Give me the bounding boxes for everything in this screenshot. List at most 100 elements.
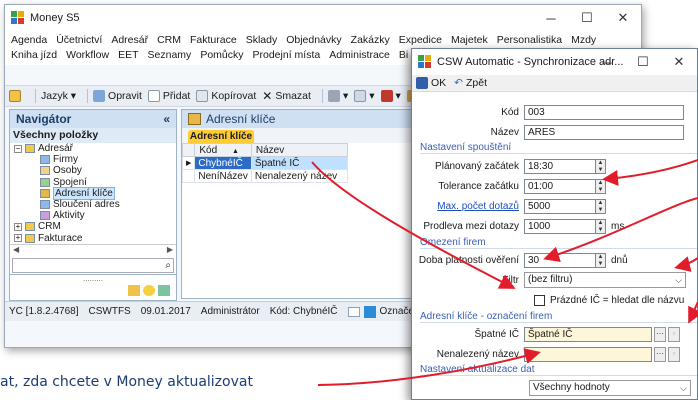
menu-item[interactable]: Prodejní místa [253, 48, 321, 63]
tree-item-aktivity[interactable]: Aktivity [10, 210, 176, 221]
cell-nazev[interactable]: Nenalezený název [250, 169, 348, 183]
csw-automatic-dialog: CSW Automatic - Synchronizace adr... ─ ☐… [411, 48, 698, 400]
menu-item[interactable]: Mzdy [571, 33, 596, 48]
print-button[interactable]: ▾ [327, 90, 348, 102]
aktualizace-select[interactable]: Všechny hodnoty ⌵ [529, 380, 691, 396]
cell-nazev[interactable]: Špatné IČ [250, 156, 348, 170]
column-header-kod[interactable]: Kód ▲ [194, 143, 252, 157]
navigator-hscrollbar[interactable]: ◀ ▶ [10, 244, 176, 254]
menu-item[interactable]: Zakázky [351, 33, 390, 48]
cell-kod[interactable]: NeníNázev [194, 169, 252, 183]
tree-item-crm[interactable]: + CRM [10, 221, 176, 232]
table-row[interactable]: ▶ ChybnéIČ Špatné IČ [181, 156, 348, 170]
dialog-titlebar[interactable]: CSW Automatic - Synchronizace adr... ─ ☐… [412, 49, 697, 75]
favorites-icon[interactable] [143, 285, 155, 296]
delete-button[interactable]: ✕ Smazat [262, 89, 311, 103]
cell-kod[interactable]: ChybnéIČ [194, 156, 252, 170]
undo-icon: ↶ [454, 77, 463, 89]
maximize-button[interactable]: ☐ [569, 5, 605, 31]
table-row[interactable]: NeníNázev Nenalezený název [181, 169, 348, 183]
ok-label: OK [431, 77, 447, 89]
menu-item[interactable]: Objednávky [286, 33, 341, 48]
close-button[interactable]: ✕ [605, 5, 641, 31]
tolerance-spinner[interactable]: ▲ ▼ [596, 178, 606, 194]
print-icon [327, 90, 340, 102]
ok-button[interactable]: OK [416, 77, 446, 89]
preview-button[interactable]: ▾ [354, 90, 375, 102]
planovany-input[interactable]: 18:30 [524, 158, 596, 174]
dialog-close-button[interactable]: ✕ [661, 49, 697, 75]
minimize-button[interactable]: ─ [533, 5, 569, 31]
menu-item[interactable]: Pomůcky [200, 48, 243, 63]
clear-button[interactable]: ▫ [668, 326, 680, 342]
menu-item[interactable]: Personalistika [497, 33, 562, 48]
menu-item[interactable]: Agenda [11, 33, 47, 48]
mail-icon[interactable] [347, 306, 360, 317]
nenalezeny-input[interactable] [524, 346, 652, 362]
tree-item-fakturace[interactable]: + Fakturace [10, 233, 176, 244]
folder-icon [25, 222, 35, 232]
filtr-select[interactable]: (bez filtru) ⌵ [524, 272, 686, 288]
max-dotazu-spinner[interactable]: ▲ ▼ [596, 198, 606, 214]
planovany-spinner[interactable]: ▲ ▼ [596, 158, 606, 174]
max-dotazu-input[interactable]: 5000 [524, 198, 596, 214]
menu-item[interactable]: Účetnictví [56, 33, 102, 48]
menu-item[interactable]: Fakturace [190, 33, 237, 48]
layout-button[interactable] [9, 90, 24, 102]
edit-button[interactable]: Opravit [93, 90, 142, 102]
scroll-left-icon[interactable]: ◀ [13, 245, 19, 254]
merge-icon [40, 200, 50, 210]
tolerance-input[interactable]: 01:00 [524, 178, 596, 194]
menu-item[interactable]: Expedice [399, 33, 442, 48]
search-icon[interactable]: ⌕ [165, 260, 171, 271]
menu-item[interactable]: Seznamy [148, 48, 192, 63]
doba-spinner[interactable]: ▲ ▼ [596, 252, 606, 268]
column-header-nazev[interactable]: Název [250, 143, 348, 157]
clear-button[interactable]: ▫ [668, 346, 680, 362]
expand-icon[interactable]: + [14, 222, 22, 231]
empty-ic-checkbox[interactable] [534, 294, 545, 306]
language-button[interactable]: Jazyk ▾ [41, 90, 76, 102]
rss-icon[interactable] [363, 305, 376, 318]
scroll-right-icon[interactable]: ▶ [167, 245, 173, 254]
back-button[interactable]: ↶ Zpět [454, 77, 487, 89]
menu-item[interactable]: Sklady [246, 33, 278, 48]
browse-button[interactable]: ··· [654, 346, 666, 362]
kod-input[interactable]: 003 [524, 104, 684, 120]
tree-item-adresni-klice[interactable]: Adresní klíče [10, 186, 176, 200]
tree-item-firmy[interactable]: Firmy [10, 154, 176, 165]
tree-item-osoby[interactable]: Osoby [10, 165, 176, 176]
menu-item[interactable]: EET [118, 48, 138, 63]
main-titlebar[interactable]: Money S5 ─ ☐ ✕ [5, 5, 641, 31]
dialog-minimize-button[interactable]: ─ [589, 49, 625, 75]
menu-item[interactable]: Kniha jízd [11, 48, 57, 63]
prodleva-input[interactable]: 1000 [524, 218, 596, 234]
dialog-maximize-button[interactable]: ☐ [625, 49, 661, 75]
menu-item[interactable]: Adresář [111, 33, 148, 48]
menu-item[interactable]: Majetek [451, 33, 488, 48]
spatne-input[interactable]: Špatné IČ [524, 326, 652, 342]
folder-icon [25, 233, 35, 243]
collapse-icon[interactable]: − [14, 144, 22, 153]
menu-item[interactable]: Bi [399, 48, 408, 63]
tab-adresni-klice[interactable]: Adresní klíče [188, 130, 254, 143]
kod-label: Kód [501, 106, 519, 118]
doba-input[interactable]: 30 [524, 252, 596, 268]
tools-icon[interactable] [158, 285, 170, 296]
export-button[interactable]: ▾ [380, 90, 401, 102]
tree-item-adresar[interactable]: − Adresář [10, 143, 176, 154]
folder-shortcut-icon[interactable] [128, 285, 140, 296]
add-button[interactable]: Přidat [147, 90, 190, 102]
expand-icon[interactable]: + [14, 234, 22, 243]
navigator-search[interactable]: ⌕ [12, 258, 174, 273]
prodleva-spinner[interactable]: ▲ ▼ [596, 218, 606, 234]
browse-button[interactable]: ··· [654, 326, 666, 342]
max-dotazu-link[interactable]: Max. počet dotazů [437, 201, 519, 212]
menu-item[interactable]: Administrace [329, 48, 390, 63]
menu-item[interactable]: Workflow [66, 48, 109, 63]
collapse-navigator-button[interactable]: « [163, 112, 170, 126]
tree-item-slouceni[interactable]: Sloučení adres [10, 199, 176, 210]
copy-button[interactable]: Kopírovat [196, 90, 256, 102]
menu-item[interactable]: CRM [157, 33, 181, 48]
nazev-input[interactable]: ARES [524, 124, 684, 140]
